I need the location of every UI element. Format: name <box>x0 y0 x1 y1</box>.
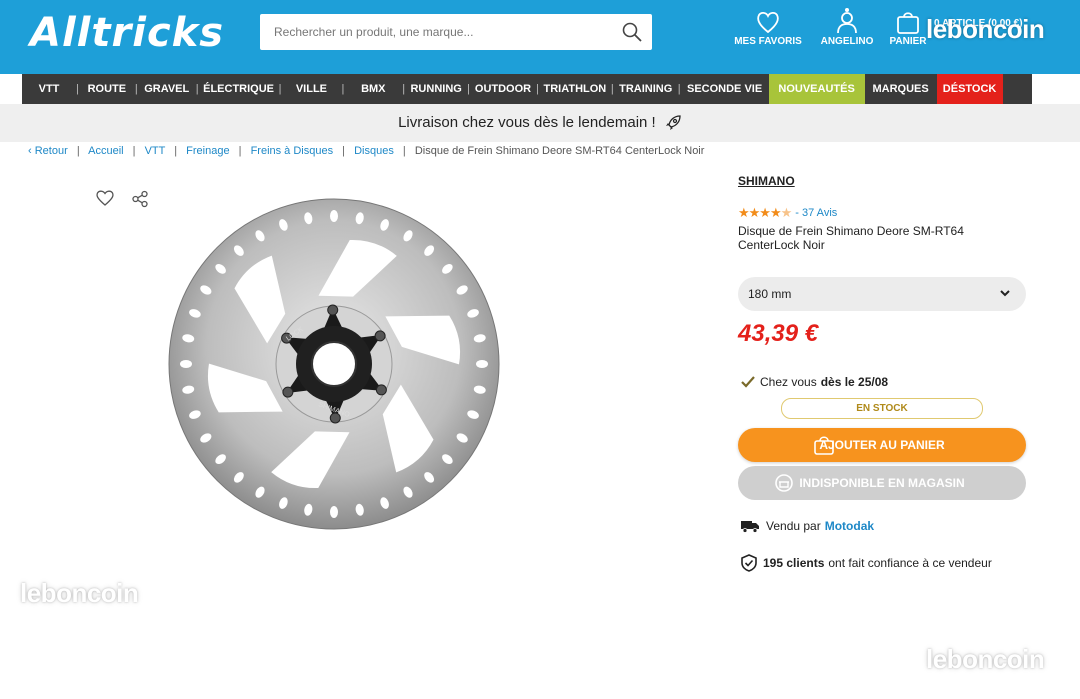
watermark-left: leboncoin <box>20 578 139 608</box>
store-availability-label: INDISPONIBLE EN MAGASIN <box>799 476 965 490</box>
nav-vtt[interactable]: VTT <box>22 74 76 104</box>
watermark-top: leboncoin <box>926 14 1045 44</box>
nav-seconde-vie[interactable]: SECONDE VIE <box>681 74 769 104</box>
breadcrumb-vtt[interactable]: VTT <box>145 145 166 157</box>
breadcrumb-separator: | <box>238 145 242 157</box>
breadcrumb-separator: | <box>402 145 406 157</box>
nav-training[interactable]: TRAINING <box>614 74 678 104</box>
product-name: Disque de Frein Shimano Deore SM-RT64 Ce… <box>738 224 964 252</box>
breadcrumb-separator: | <box>174 145 178 157</box>
delivery-info: Chez vous dès le 25/08 <box>740 375 888 389</box>
delivery-date: dès le 25/08 <box>820 375 889 389</box>
category-nav: VTT | ROUTE | GRAVEL | ÉLECTRIQUE | VILL… <box>22 74 1032 104</box>
search-input[interactable] <box>260 14 600 50</box>
product-brand[interactable]: SHIMANO <box>738 174 795 188</box>
seller-info: Vendu par Motodak <box>740 519 874 533</box>
search-icon[interactable] <box>622 22 642 42</box>
product-rating[interactable]: ★★★★★ - 37 Avis <box>738 205 837 221</box>
nav-running[interactable]: RUNNING <box>405 74 467 104</box>
add-to-cart-button[interactable]: AJOUTER AU PANIER <box>738 428 1026 462</box>
site-logo[interactable]: Alltricks <box>30 10 224 56</box>
breadcrumb-separator: | <box>132 145 136 157</box>
promo-text: Livraison chez vous dès le lendemain ! <box>398 114 656 131</box>
nav-bmx[interactable]: BMX <box>344 74 402 104</box>
disc-vent-hole <box>330 210 338 222</box>
breadcrumb-disques[interactable]: Disques <box>354 145 394 157</box>
delivery-prefix: Chez vous <box>760 375 817 389</box>
breadcrumb-current: Disque de Frein Shimano Deore SM-RT64 Ce… <box>414 145 705 157</box>
shopping-bag-icon <box>814 436 834 455</box>
chevron-down-icon <box>1000 290 1010 297</box>
user-icon <box>837 8 857 34</box>
breadcrumb-separator: | <box>342 145 346 157</box>
watermark-bottom-right: leboncoin <box>926 644 1045 674</box>
rotor-bolt <box>375 384 387 396</box>
brake-disc-image: LOCK SHIMANO <box>168 198 500 530</box>
nav-ville[interactable]: VILLE <box>281 74 341 104</box>
reviews-link[interactable]: - 37 Avis <box>795 207 837 219</box>
nav-triathlon[interactable]: TRIATHLON <box>539 74 611 104</box>
account-label: ANGELINO <box>820 36 874 47</box>
trust-info: 195 clients ont fait confiance à ce vend… <box>740 554 992 572</box>
share-icon[interactable] <box>131 190 149 208</box>
account-link[interactable]: ANGELINO <box>818 6 876 47</box>
stock-badge: EN STOCK <box>781 398 983 419</box>
truck-icon <box>741 521 759 533</box>
favorites-link[interactable]: MES FAVORIS <box>734 10 802 47</box>
rocket-icon <box>665 115 681 131</box>
rotor-bolt <box>327 304 339 316</box>
rating-stars: ★★★★★ <box>738 205 792 220</box>
nav-destock[interactable]: DÉSTOCK <box>936 74 1003 104</box>
shopping-bag-icon <box>897 12 919 34</box>
seller-link[interactable]: Motodak <box>825 519 874 533</box>
check-icon <box>741 376 755 388</box>
nav-outdoor[interactable]: OUTDOOR <box>470 74 536 104</box>
nav-electrique[interactable]: ÉLECTRIQUE <box>199 74 279 104</box>
size-select-value: 180 mm <box>748 287 792 301</box>
promo-banner: Livraison chez vous dès le lendemain ! <box>0 104 1080 142</box>
nav-route[interactable]: ROUTE <box>79 74 135 104</box>
heart-icon <box>757 11 779 34</box>
add-to-cart-label: AJOUTER AU PANIER <box>819 438 945 452</box>
size-select[interactable]: 180 mm <box>738 277 1026 311</box>
rotor-bolt <box>374 330 386 342</box>
product-price: 43,39 € <box>738 320 819 347</box>
breadcrumb-accueil[interactable]: Accueil <box>88 145 123 157</box>
site-header: Alltricks MES FAVORIS ANGELINO PANIER 0 … <box>0 0 1080 74</box>
shield-check-icon <box>741 554 757 572</box>
favorites-label: MES FAVORIS <box>734 36 802 47</box>
breadcrumb-freins-disques[interactable]: Freins à Disques <box>251 145 334 157</box>
seller-prefix: Vendu par <box>766 519 821 533</box>
trust-suffix: ont fait confiance à ce vendeur <box>828 556 992 570</box>
nav-marques[interactable]: MARQUES <box>865 74 937 104</box>
breadcrumb-freinage[interactable]: Freinage <box>186 145 229 157</box>
disc-vent-hole <box>180 360 192 368</box>
breadcrumb-separator: | <box>76 145 80 157</box>
cart-link[interactable]: PANIER <box>888 10 928 47</box>
breadcrumb-back-label: Retour <box>34 145 68 157</box>
disc-vent-hole <box>476 360 488 368</box>
store-icon <box>775 474 793 492</box>
nav-gravel[interactable]: GRAVEL <box>138 74 196 104</box>
nav-nouveautes[interactable]: NOUVEAUTÉS <box>768 74 865 104</box>
store-availability-button[interactable]: INDISPONIBLE EN MAGASIN <box>738 466 1026 500</box>
search-bar <box>260 14 652 50</box>
breadcrumb-back[interactable]: ‹ Retour <box>28 145 68 157</box>
disc-vent-hole <box>330 506 338 518</box>
breadcrumb: ‹ Retour | Accueil | VTT | Freinage | Fr… <box>28 145 704 157</box>
rotor-bolt <box>282 386 294 398</box>
heart-icon[interactable] <box>95 189 115 207</box>
trust-count: 195 clients <box>763 556 825 570</box>
cart-label: PANIER <box>889 36 927 47</box>
